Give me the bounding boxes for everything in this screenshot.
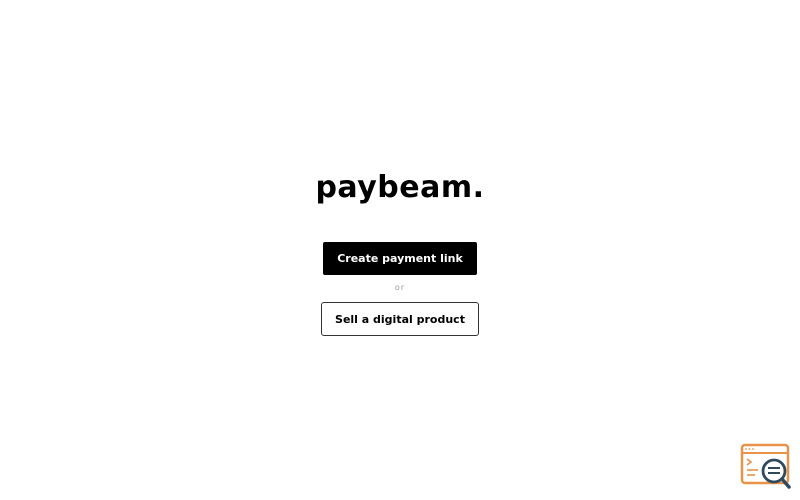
create-payment-link-button[interactable]: Create payment link [323, 242, 477, 275]
browser-search-widget[interactable] [740, 443, 792, 491]
or-separator: or [394, 283, 406, 292]
landing-page: paybeam. Create payment link or Sell a d… [0, 0, 800, 500]
browser-search-icon [740, 443, 791, 489]
brand-logo: paybeam. [315, 170, 485, 205]
sell-digital-product-button[interactable]: Sell a digital product [321, 302, 479, 336]
